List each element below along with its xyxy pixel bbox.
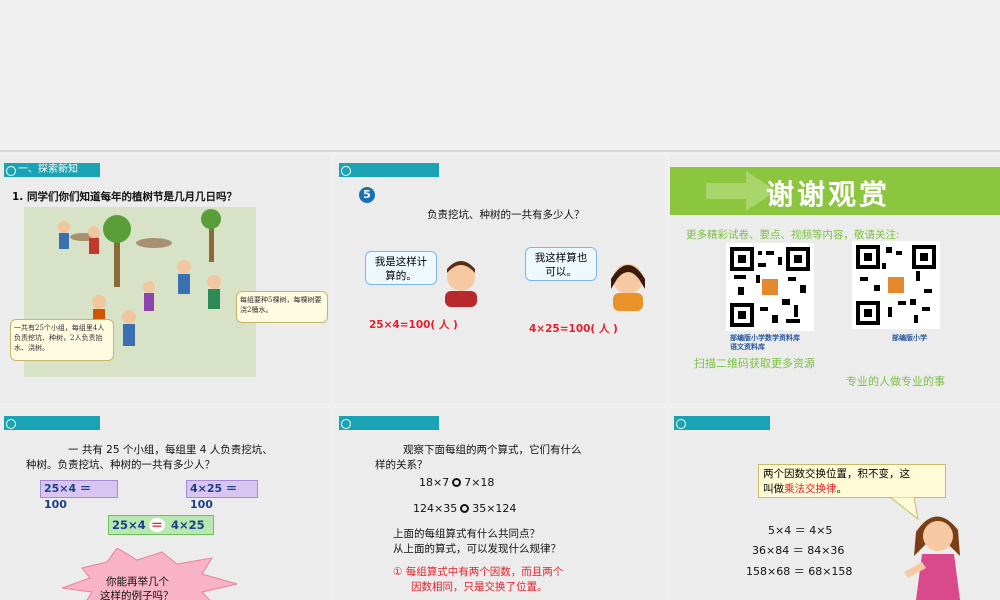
slide-thumbnail-2[interactable]: 5 负责挖坑、种树的一共有多少人？ 我是这样计算的。 我这样算也可以。 25×4… — [335, 155, 665, 403]
compare-circle-blank[interactable] — [452, 478, 462, 487]
problem-text-line1: 一 共有 25 个小组，每组里 4 人负责挖坑、 — [68, 444, 273, 456]
blank-top-area — [0, 0, 1000, 150]
speech-bubble-right: 每组要种5棵树，每棵树要浇2桶水。 — [236, 291, 328, 323]
bubble-text: 我这样算也可以。 — [534, 252, 588, 278]
qr-code-1 — [726, 243, 814, 331]
law-example-3: 158×68 ＝ 68×158 — [746, 565, 853, 578]
rule-suffix: 。 — [836, 483, 848, 495]
rule-highlight: 乘法交换律 — [784, 483, 837, 495]
comparison-left: 18×7 — [419, 476, 450, 489]
teacher-avatar — [902, 506, 966, 600]
qr-code-2 — [852, 241, 940, 329]
observe-text-line2: 样的关系？ — [375, 459, 428, 471]
bubble-text: 我是这样计算的。 — [374, 256, 428, 282]
boy-speech-bubble: 我是这样计算的。 — [365, 251, 437, 285]
section-tab — [674, 416, 770, 430]
rule-line1: 两个因数交换位置，积不变，这 — [763, 468, 910, 480]
comparison-right: 7×18 — [464, 476, 495, 489]
divider — [0, 150, 1000, 152]
example-number-badge: 5 — [359, 187, 375, 203]
slide-thumbnail-4[interactable]: 一 共有 25 个小组，每组里 4 人负责挖坑、 种树。负责挖坑、种树的一共有多… — [0, 408, 330, 600]
law-example-1: 5×4 ＝ 4×5 — [768, 524, 833, 537]
comparison-left: 124×35 — [413, 502, 458, 515]
comparison-right: 35×124 — [472, 502, 517, 515]
section-tab — [339, 163, 439, 177]
equation-box-1: 25×4 ＝ 100 — [40, 480, 118, 511]
qr-caption-1-line2: 语文资料库 — [730, 343, 765, 351]
slide-thumbnail-3[interactable]: 谢谢观赏 更多精彩试卷、要点、视频等内容，敬请关注: 部编版小学数学资料库 语文… — [670, 155, 1000, 403]
section-tab — [339, 416, 439, 430]
slide-thumbnail-6[interactable]: 两个因数交换位置，积不变，这 叫做乘法交换律。 5×4 ＝ 4×5 36×84 … — [670, 408, 1000, 600]
combined-right: 4×25 — [171, 518, 205, 532]
rule-line2: 叫做乘法交换律。 — [763, 482, 941, 497]
section-tab — [4, 416, 100, 430]
starburst-text-line1: 你能再举几个 — [106, 576, 169, 588]
section-tab: 一、探索新知 — [4, 163, 100, 177]
girl-speech-bubble: 我这样算也可以。 — [525, 247, 597, 281]
slide-thumbnail-1[interactable]: 一、探索新知 1. 同学们你们知道每年的植树节是几月几日吗？ 每组要种5棵树，每… — [0, 155, 330, 403]
comparison-1: 18×7 7×18 — [419, 476, 494, 489]
slide-thumbnail-5[interactable]: 观察下面每组的两个算式，它们有什么 样的关系？ 18×7 7×18 124×35 3… — [335, 408, 665, 600]
comparison-2: 124×35 35×124 — [413, 502, 516, 515]
boy-avatar — [439, 259, 483, 307]
bubble-text: 一共有25个小组，每组里4人负责挖坑、种树，2人负责抬水、浇树。 — [14, 324, 105, 352]
question-text: 1. 同学们你们知道每年的植树节是几月几日吗？ — [12, 191, 237, 203]
combined-equation: 25×4 ＝ 4×25 — [108, 515, 214, 535]
rule-prefix: 叫做 — [763, 483, 784, 495]
qr-caption-2: 部编版小学 — [892, 334, 927, 342]
banner-title: 谢谢观赏 — [766, 178, 891, 211]
combined-left: 25×4 — [112, 518, 146, 532]
question-text: 负责挖坑、种树的一共有多少人？ — [427, 209, 585, 221]
starburst-text-line2: 这样的例子吗？ — [100, 590, 174, 600]
speech-bubble-left: 一共有25个小组，每组里4人负责挖坑、种树，2人负责抬水、浇树。 — [10, 319, 114, 361]
observe-text-line1: 观察下面每组的两个算式，它们有什么 — [403, 444, 582, 456]
scan-text: 扫描二维码获取更多资源 — [694, 357, 815, 370]
rule-note-box: 两个因数交换位置，积不变，这 叫做乘法交换律。 — [758, 464, 946, 498]
motto-text: 专业的人做专业的事 — [846, 375, 945, 388]
answer-line2: 因数相同，只是交换了位置。 — [411, 581, 548, 593]
bubble-text: 每组要种5棵树，每棵树要浇2桶水。 — [240, 296, 322, 314]
girl-avatar — [605, 259, 651, 311]
law-example-2: 36×84 ＝ 84×36 — [752, 544, 845, 557]
equals-sign: ＝ — [149, 518, 165, 532]
question-1: 上面的每组算式有什么共同点？ — [393, 528, 540, 540]
equation-box-2: 4×25 ＝ 100 — [186, 480, 258, 511]
thanks-banner: 谢谢观赏 — [670, 167, 1000, 215]
equation-left: 25×4=100( 人 ) — [369, 319, 458, 331]
problem-text-line2: 种树。负责挖坑、种树的一共有多少人？ — [26, 459, 215, 471]
answer-line1: ① 每组算式中有两个因数，而且两个 — [393, 566, 564, 578]
follow-subtitle: 更多精彩试卷、要点、视频等内容，敬请关注: — [686, 229, 900, 241]
equation-right: 4×25=100( 人 ) — [529, 323, 618, 335]
compare-circle-blank[interactable] — [460, 504, 470, 513]
question-2: 从上面的算式，可以发现什么规律？ — [393, 543, 561, 555]
